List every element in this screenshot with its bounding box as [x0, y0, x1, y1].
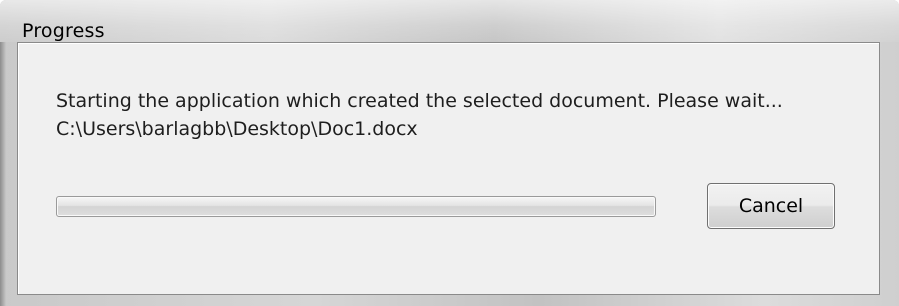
dialog-client-area: Starting the application which created t…	[17, 42, 880, 295]
window-title: Progress	[22, 20, 105, 42]
cancel-button[interactable]: Cancel	[707, 183, 835, 229]
progress-dialog-window: Progress Starting the application which …	[0, 0, 899, 306]
status-message: Starting the application which created t…	[56, 87, 783, 143]
status-message-text: Starting the application which created t…	[56, 90, 783, 112]
window-frame-edge	[0, 36, 6, 306]
progress-bar	[56, 196, 656, 217]
title-bar[interactable]: Progress	[0, 0, 899, 42]
document-path: C:\Users\barlagbb\Desktop\Doc1.docx	[56, 118, 418, 140]
